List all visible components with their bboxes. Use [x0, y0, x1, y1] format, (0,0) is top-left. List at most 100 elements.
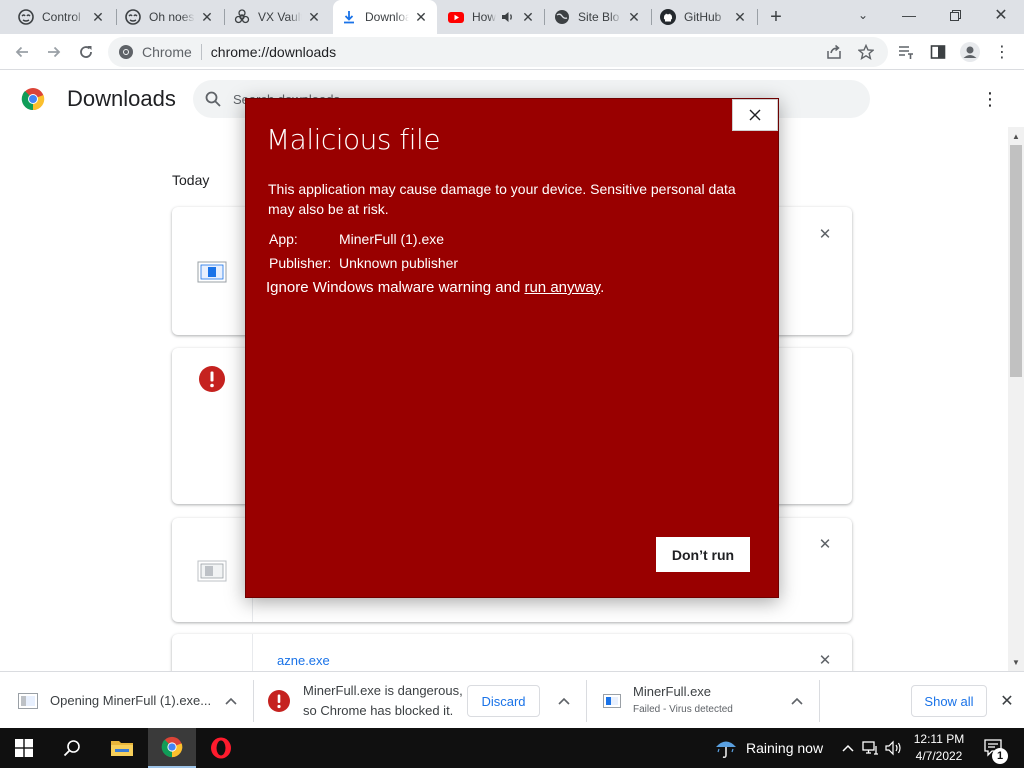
reading-list-icon[interactable] [892, 38, 920, 66]
tab-close-icon[interactable]: ✕ [90, 9, 106, 25]
chrome-logo-icon [21, 88, 45, 111]
start-button[interactable] [0, 728, 48, 768]
downloads-menu-icon[interactable]: ⋮ [978, 87, 1002, 111]
omnibox-separator [200, 44, 202, 60]
network-icon[interactable] [861, 738, 881, 758]
failed-status: Failed - Virus detected [633, 703, 733, 715]
taskbar-search-button[interactable] [48, 728, 96, 768]
publisher-value: Unknown publisher [339, 255, 459, 271]
run-anyway-line: Ignore Windows malware warning and run a… [266, 279, 604, 296]
shelf-separator [253, 680, 254, 722]
omnibox[interactable]: Chrome chrome://downloads [108, 37, 888, 67]
remove-download-icon[interactable]: ✕ [816, 225, 834, 243]
tab-control[interactable]: Control ✕ [10, 0, 114, 34]
hacker-mask-icon [18, 9, 34, 25]
remove-download-icon[interactable]: ✕ [816, 535, 834, 553]
chevron-up-icon[interactable] [222, 692, 240, 710]
share-icon[interactable] [820, 38, 848, 66]
show-all-button[interactable]: Show all [911, 685, 987, 717]
tab-strip: Control ✕ Oh noes ✕ VX Vault ✕ Downloads… [0, 0, 1024, 34]
chip-label: Chrome [142, 44, 192, 60]
run-anyway-link[interactable]: run anyway [524, 279, 600, 296]
blocked-line-2: so Chrome has blocked it. [303, 702, 454, 718]
remove-download-icon[interactable]: ✕ [816, 651, 834, 669]
back-button[interactable] [8, 38, 36, 66]
chevron-up-icon[interactable] [788, 692, 806, 710]
scroll-up-arrow[interactable]: ▲ [1008, 129, 1024, 143]
scroll-thumb[interactable] [1010, 145, 1022, 377]
system-clock[interactable]: 12:11 PM 4/7/2022 [906, 731, 972, 765]
blocked-message: MinerFull.exe is dangerous, so Chrome ha… [303, 681, 463, 721]
close-icon [749, 109, 761, 121]
chevron-up-icon[interactable] [555, 692, 573, 710]
url-text[interactable]: chrome://downloads [211, 44, 336, 60]
notification-count-badge: 1 [992, 748, 1008, 764]
shelf-item-blocked[interactable]: MinerFull.exe is dangerous, so Chrome ha… [268, 672, 463, 729]
tab-github[interactable]: GitHub ✕ [652, 0, 756, 34]
tab-close-icon[interactable]: ✕ [413, 9, 429, 25]
minimize-button[interactable]: — [886, 0, 932, 30]
file-icon [197, 261, 227, 283]
tab-oh-noes[interactable]: Oh noes ✕ [117, 0, 223, 34]
clock-time: 12:11 PM [913, 732, 965, 746]
app-label: App: [269, 231, 298, 247]
failed-message: MinerFull.exe Failed - Virus detected [633, 683, 733, 719]
tab-site-blocker[interactable]: Site Blo ✕ [546, 0, 650, 34]
tab-youtube[interactable]: How ✕ [440, 0, 542, 34]
card-divider [252, 634, 253, 671]
malicious-file-dialog: Malicious file This application may caus… [245, 98, 779, 598]
windows-taskbar: Raining now 12:11 PM 4/7/2022 1 [0, 728, 1024, 768]
dont-run-button[interactable]: Don’t run [656, 537, 750, 572]
side-panel-icon[interactable] [924, 38, 952, 66]
discard-button[interactable]: Discard [467, 685, 540, 717]
tab-separator [224, 9, 225, 25]
github-icon [660, 9, 676, 25]
new-tab-button[interactable]: + [764, 5, 788, 29]
search-icon [63, 740, 80, 757]
show-hidden-icons-chevron-icon[interactable] [838, 738, 858, 758]
tab-separator [757, 9, 758, 25]
close-window-button[interactable]: ✕ [978, 0, 1024, 30]
tab-close-icon[interactable]: ✕ [626, 9, 642, 25]
youtube-icon [448, 9, 464, 25]
folder-icon [111, 741, 133, 756]
dialog-close-button[interactable] [732, 99, 778, 131]
tab-title: Oh noes [149, 10, 195, 24]
shelf-item-failed[interactable]: MinerFull.exe Failed - Virus detected [603, 672, 733, 729]
tab-close-icon[interactable]: ✕ [199, 9, 215, 25]
chrome-taskbar-button[interactable] [148, 728, 196, 768]
tab-close-icon[interactable]: ✕ [732, 9, 748, 25]
file-explorer-button[interactable] [98, 728, 146, 768]
tab-close-icon[interactable]: ✕ [520, 9, 536, 25]
forward-button[interactable] [40, 38, 68, 66]
chrome-menu-icon[interactable]: ⋮ [988, 38, 1016, 66]
tab-title: GitHub [684, 10, 722, 24]
weather-text: Raining now [746, 740, 824, 756]
warning-icon [268, 689, 290, 712]
volume-icon[interactable] [884, 738, 904, 758]
publisher-label: Publisher: [269, 255, 332, 271]
profile-avatar-icon[interactable] [956, 38, 984, 66]
chrome-icon [161, 736, 183, 758]
weather-widget[interactable]: Raining now [714, 728, 823, 768]
download-card[interactable]: azne.exe ✕ [172, 634, 852, 671]
download-filename-link[interactable]: azne.exe [277, 653, 330, 668]
shelf-item-opening[interactable]: Opening MinerFull (1).exe... [18, 672, 211, 729]
bookmark-star-icon[interactable] [852, 38, 880, 66]
tab-downloads[interactable]: Downloads ✕ [333, 0, 437, 34]
tab-search-icon[interactable]: ⌄ [840, 0, 886, 30]
restore-button[interactable] [932, 0, 978, 30]
tab-vx-vault[interactable]: VX Vault ✕ [226, 0, 330, 34]
tab-close-icon[interactable]: ✕ [306, 9, 322, 25]
dialog-message: This application may cause damage to you… [268, 181, 736, 217]
opera-taskbar-button[interactable] [197, 728, 245, 768]
close-shelf-icon[interactable]: ✕ [997, 691, 1017, 711]
scroll-down-arrow[interactable]: ▼ [1008, 655, 1024, 669]
tab-title: VX Vault [258, 10, 302, 24]
reload-button[interactable] [72, 38, 100, 66]
failed-filename: MinerFull.exe [633, 683, 712, 699]
site-info-chip[interactable]: Chrome [118, 44, 192, 60]
audio-playing-icon[interactable] [500, 9, 516, 25]
hacker-mask-icon [125, 9, 141, 25]
blocked-line-1: MinerFull.exe is dangerous, [303, 682, 463, 698]
